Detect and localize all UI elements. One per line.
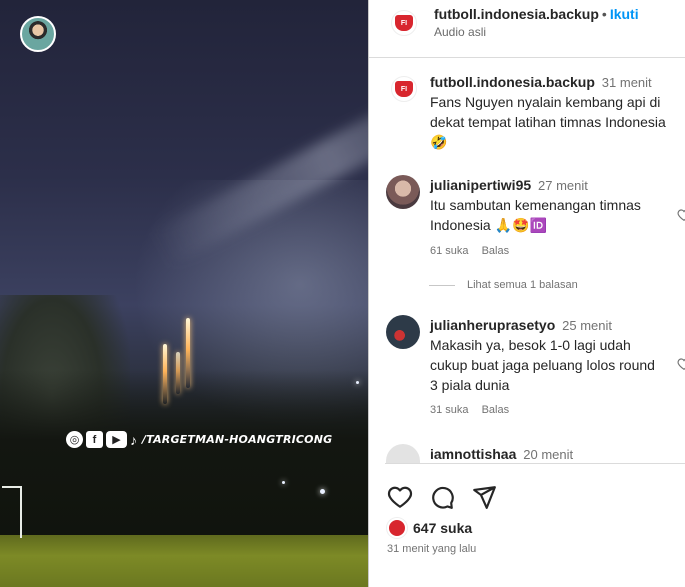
instagram-icon: ◎ xyxy=(66,431,83,448)
post-timestamp: 31 menit yang lalu xyxy=(387,543,477,555)
floodlight xyxy=(282,481,285,484)
header-divider xyxy=(369,57,685,58)
replies-dash xyxy=(429,284,455,286)
comment-text: Makasih ya, besok 1-0 lagi udah cukup bu… xyxy=(430,337,655,393)
header-username[interactable]: futboll.indonesia.backup xyxy=(434,6,599,22)
comment-likes[interactable]: 61 suka xyxy=(430,245,469,257)
like-comment-heart-icon[interactable] xyxy=(677,357,685,371)
post-actions xyxy=(387,484,497,510)
caption-avatar[interactable]: FI xyxy=(391,76,417,102)
watermark-text: /TARGETMAN-HOANGTRICONG xyxy=(142,433,333,446)
caption-text: Fans Nguyen nyalain kembang api di dekat… xyxy=(430,92,685,152)
facebook-icon: f xyxy=(86,431,103,448)
goal-post xyxy=(2,486,22,538)
view-replies-label: Lihat semua 1 balasan xyxy=(467,279,578,291)
video-creator-avatar[interactable] xyxy=(20,16,56,52)
comments-panel: FI futboll.indonesia.backup • Ikuti Audio … xyxy=(369,0,685,587)
comment-likes[interactable]: 31 suka xyxy=(430,404,469,416)
caption-header: futboll.indonesia.backup 31 menit xyxy=(430,74,652,90)
share-send-icon[interactable] xyxy=(471,484,497,510)
comment-time: 27 menit xyxy=(538,178,588,193)
comment-meta: 31 suka Balas xyxy=(430,404,519,416)
likes-count[interactable]: 647 suka xyxy=(413,520,472,536)
laughing-emoji: 🤣 xyxy=(430,134,448,150)
header-separator: • xyxy=(601,6,607,22)
comment-avatar[interactable] xyxy=(386,175,420,209)
caption-username[interactable]: futboll.indonesia.backup xyxy=(430,74,595,90)
reply-button[interactable]: Balas xyxy=(482,404,510,416)
tiktok-icon: ♪ xyxy=(130,431,137,448)
account-avatar[interactable]: FI xyxy=(391,10,417,36)
treeline xyxy=(0,370,368,545)
comment-meta: 61 suka Balas xyxy=(430,245,519,257)
comment-bubble-icon[interactable] xyxy=(429,484,455,510)
firework-spark xyxy=(163,344,167,404)
comment-avatar[interactable] xyxy=(386,444,420,463)
comment-header: julianheruprasetyo 25 menit xyxy=(430,317,612,333)
football-field xyxy=(0,535,368,587)
youtube-icon: ▶ xyxy=(106,431,127,448)
comment-username[interactable]: julianheruprasetyo xyxy=(430,317,555,333)
watermark: ◎ f ▶ ♪ /TARGETMAN-HOANGTRICONG xyxy=(66,431,332,448)
club-logo-icon: FI xyxy=(395,15,413,31)
follow-button[interactable]: Ikuti xyxy=(610,6,639,22)
comment-username[interactable]: iamnottishaa xyxy=(430,446,516,462)
like-comment-heart-icon[interactable] xyxy=(677,208,685,222)
like-heart-icon[interactable] xyxy=(387,484,413,510)
caption-text-content: Fans Nguyen nyalain kembang api di dekat… xyxy=(430,94,666,130)
club-logo-icon: FI xyxy=(395,81,413,97)
floodlight xyxy=(320,489,325,494)
floodlight xyxy=(356,381,359,384)
comment-header: iamnottishaa 20 menit xyxy=(430,446,573,462)
reply-button[interactable]: Balas xyxy=(482,245,510,257)
comment-text: Itu sambutan kemenangan timnas Indonesia… xyxy=(430,197,641,233)
comment-header: julianipertiwi95 27 menit xyxy=(430,177,588,193)
audio-label[interactable]: Audio asli xyxy=(434,25,486,39)
liker-avatar[interactable] xyxy=(387,518,407,538)
comment-time: 20 menit xyxy=(523,447,574,462)
comment-avatar[interactable] xyxy=(386,315,420,349)
firework-spark xyxy=(186,318,190,388)
firework-spark xyxy=(176,352,180,394)
comment-time: 25 menit xyxy=(562,318,613,333)
likes-row: 647 suka xyxy=(387,518,472,538)
post-video[interactable]: ◎ f ▶ ♪ /TARGETMAN-HOANGTRICONG xyxy=(0,0,368,587)
post-header: futboll.indonesia.backup • Ikuti xyxy=(434,6,639,22)
caption-time: 31 menit xyxy=(601,75,652,90)
comment-username[interactable]: julianipertiwi95 xyxy=(430,177,531,193)
view-replies[interactable]: Lihat semua 1 balasan xyxy=(429,279,578,291)
